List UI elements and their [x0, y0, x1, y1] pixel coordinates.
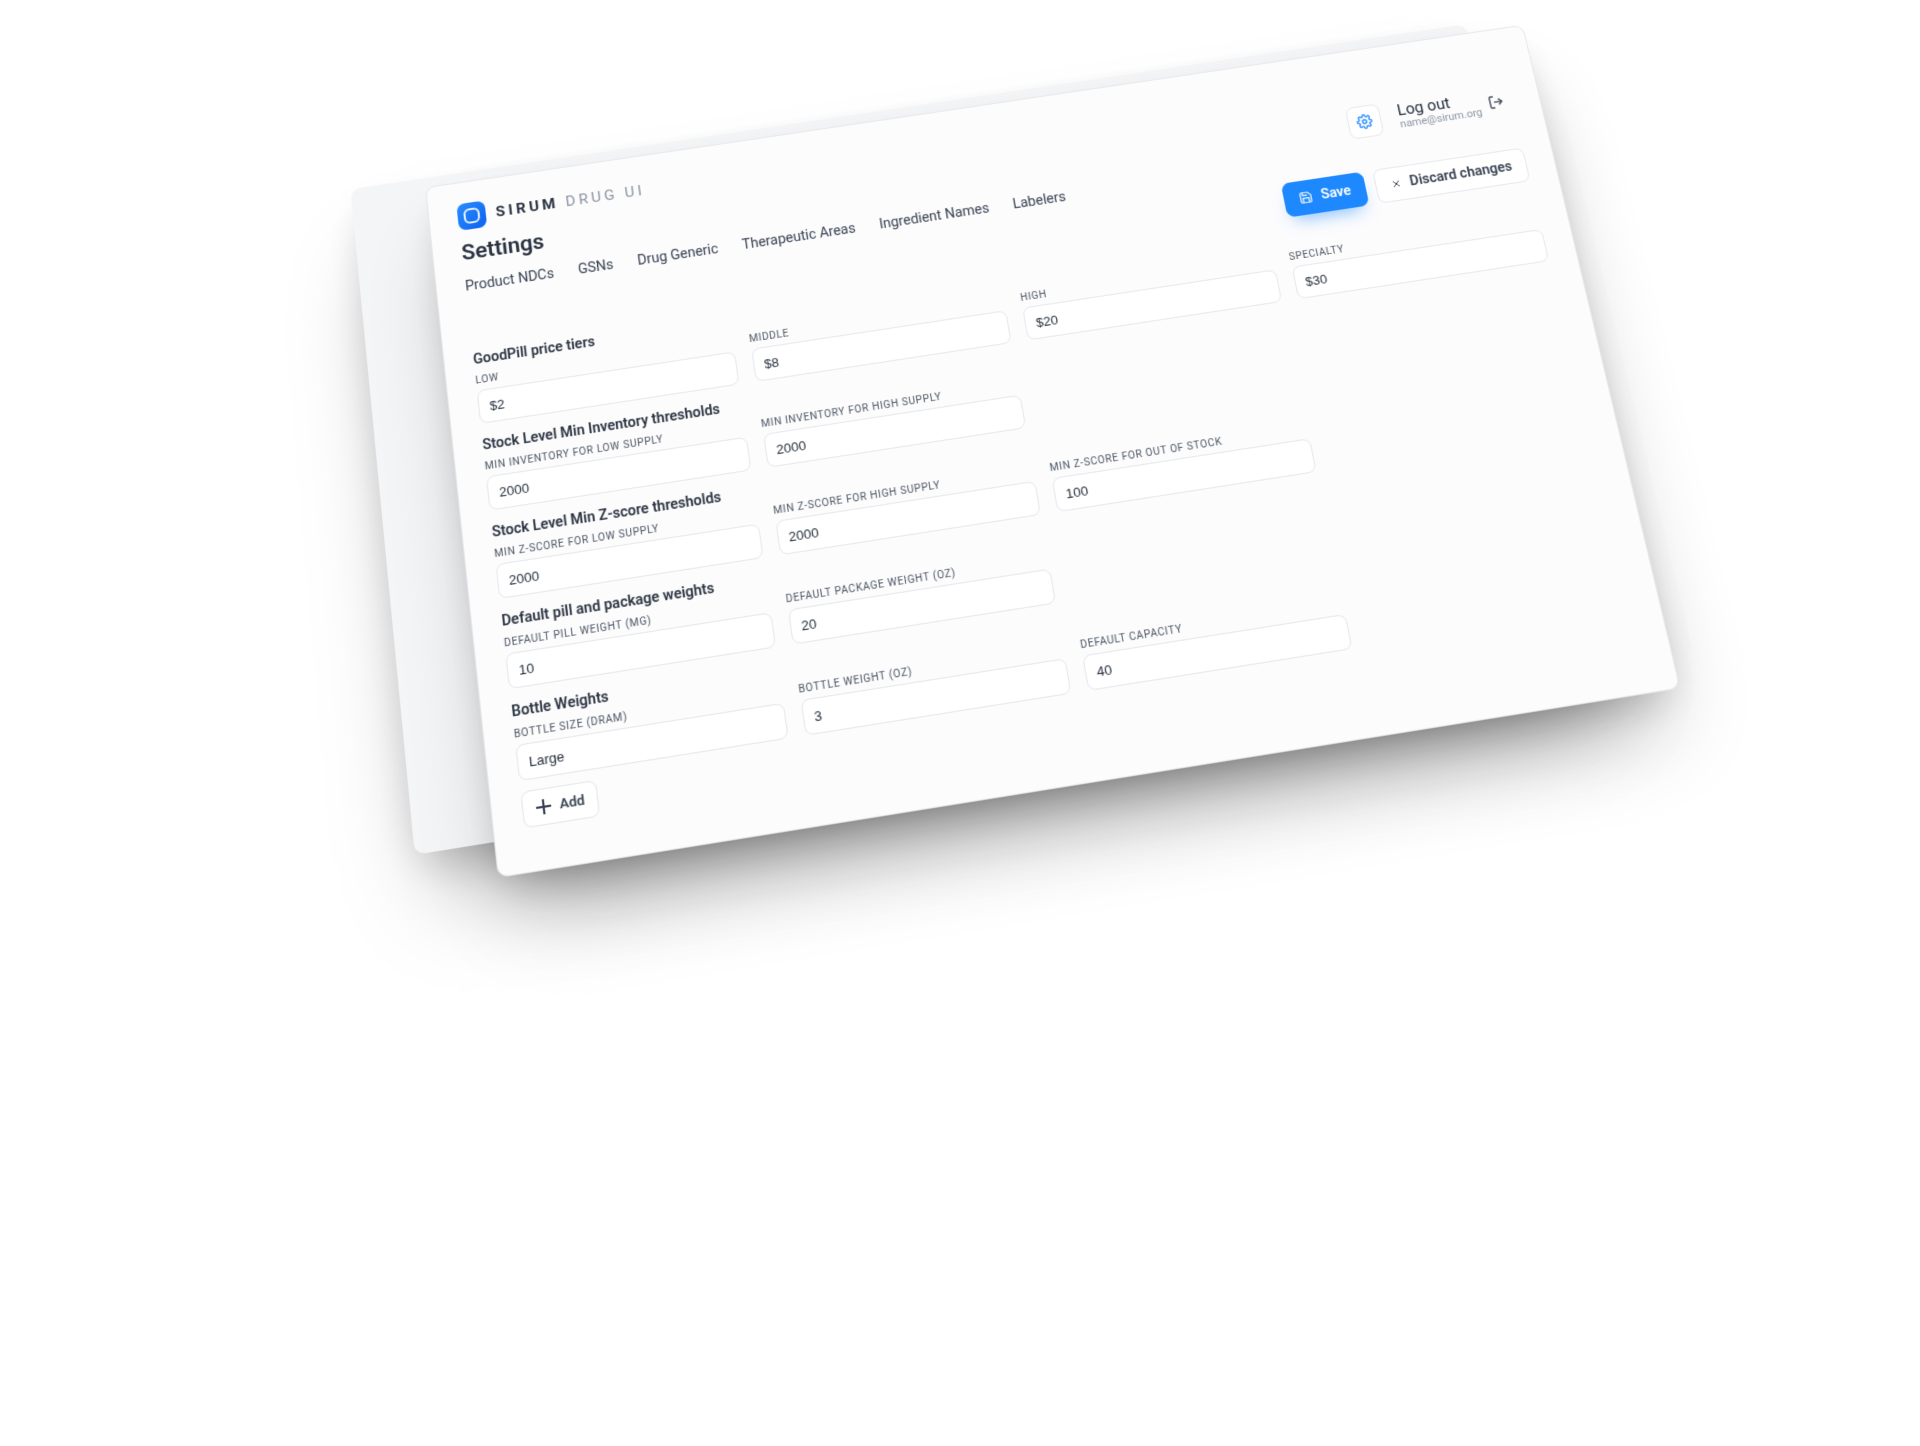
settings-gear-button[interactable]: [1344, 103, 1384, 139]
brand-name-suffix: DRUG UI: [565, 181, 647, 210]
add-bottle-label: Add: [559, 792, 586, 812]
tab-therapeutic-areas[interactable]: Therapeutic Areas: [741, 221, 856, 253]
gear-icon: [1355, 113, 1374, 130]
plus-icon: [535, 798, 552, 815]
discard-button-label: Discard changes: [1408, 159, 1513, 189]
close-icon: [1389, 177, 1403, 190]
brand-name-main: SIRUM: [495, 194, 560, 220]
tab-drug-generic[interactable]: Drug Generic: [637, 241, 720, 268]
save-button[interactable]: Save: [1281, 172, 1369, 218]
tab-gsns[interactable]: GSNs: [577, 257, 614, 278]
save-icon: [1298, 190, 1315, 205]
tab-product-ndcs[interactable]: Product NDCs: [464, 266, 554, 295]
brand-logo-icon: [456, 200, 487, 231]
add-bottle-button[interactable]: Add: [520, 780, 600, 829]
logout-button[interactable]: Log out name@sirum.org: [1387, 82, 1516, 135]
logout-icon: [1486, 93, 1505, 110]
save-button-label: Save: [1319, 183, 1352, 202]
tab-labelers[interactable]: Labelers: [1012, 189, 1067, 212]
tab-ingredient-names[interactable]: Ingredient Names: [878, 201, 990, 233]
